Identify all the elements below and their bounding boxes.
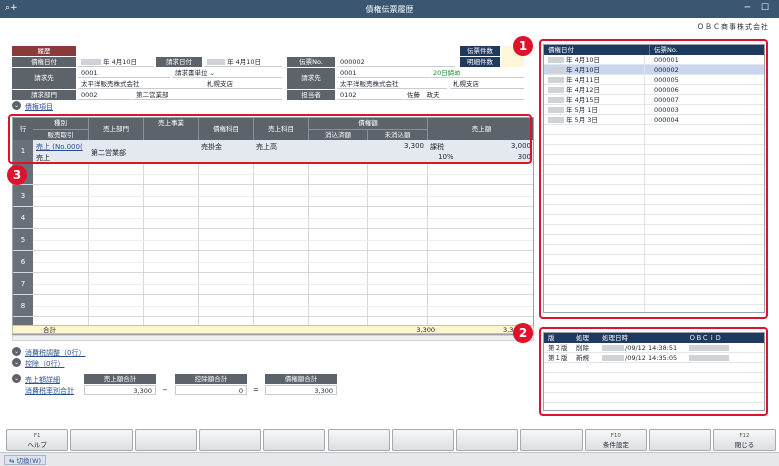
window-controls[interactable]: ─ ☐ xyxy=(745,3,773,13)
fkey-blank[interactable] xyxy=(134,429,197,451)
total-row: 合計 3,300 3,3 xyxy=(12,325,534,334)
sales-total-label: 売上額合計 xyxy=(84,374,156,384)
status-bar: ⇆ 切換(W) xyxy=(0,452,779,466)
bill-to-code[interactable]: 0001 xyxy=(78,68,170,78)
deduct-total-value: 0 xyxy=(175,385,247,395)
dept-code[interactable]: 0002 xyxy=(78,90,132,100)
slip-count-label: 伝票件数 xyxy=(460,46,500,56)
chevron-down-icon[interactable]: ⌄ xyxy=(12,374,21,383)
total-label: 合計 xyxy=(43,326,56,334)
row-number: 4 xyxy=(13,207,33,229)
person-label: 担当者 xyxy=(287,90,335,100)
row-number: 6 xyxy=(13,251,33,273)
bill-dest-cutoff: 20日締め xyxy=(430,68,524,78)
help-button[interactable]: F1 ヘルプ xyxy=(6,429,69,451)
claim-total-label: 債権額合計 xyxy=(265,374,337,384)
dept-label: 請求部門 xyxy=(12,90,76,100)
equals-sign: = xyxy=(253,386,259,394)
fkey-blank[interactable] xyxy=(263,429,326,451)
fkey-blank[interactable] xyxy=(391,429,455,451)
chevron-down-icon[interactable]: ⌄ xyxy=(12,358,21,367)
switch-label: 切換(W) xyxy=(16,457,42,465)
fkey-blank[interactable] xyxy=(327,429,390,451)
bill-dest-label: 請求先 xyxy=(287,68,335,89)
chevron-down-icon[interactable]: ⌄ xyxy=(12,101,21,110)
title-bar: ⌕+ 債権伝票履歴 ─ ☐ xyxy=(0,0,779,18)
callout-box-2 xyxy=(539,327,768,416)
tax-adjust-link[interactable]: 消費税調整（0行） xyxy=(25,348,85,358)
fkey-blank[interactable] xyxy=(456,429,519,451)
table-row[interactable]: 7 xyxy=(13,272,533,295)
fkey-blank[interactable] xyxy=(649,429,712,451)
table-row[interactable]: 3 xyxy=(13,184,533,207)
person-code[interactable]: 0102 xyxy=(337,90,403,100)
bill-dest-name: 太平洋販売株式会社 xyxy=(337,79,447,89)
sales-detail-link[interactable]: 売上額詳細 xyxy=(25,375,60,385)
bill-dest-code[interactable]: 0001 xyxy=(337,68,429,78)
callout-badge-2: 2 xyxy=(513,323,533,343)
table-row[interactable]: 2 xyxy=(13,162,533,185)
tax-rate-total-link[interactable]: 消費税率別合計 xyxy=(25,386,74,396)
deduct-total-label: 控除額合計 xyxy=(175,374,247,384)
req-date-label: 請求日付 xyxy=(156,57,202,67)
chevron-down-icon[interactable]: ⌄ xyxy=(210,69,215,77)
callout-badge-3: 3 xyxy=(7,165,27,185)
fkey-blank[interactable] xyxy=(198,429,262,451)
total-unconsumed: 3,300 xyxy=(416,326,435,334)
minus-sign: − xyxy=(162,386,168,394)
bill-dest-branch: 札幌支店 xyxy=(450,79,524,89)
date-label: 債権日付 xyxy=(12,57,76,67)
switch-icon: ⇆ xyxy=(9,457,15,465)
row-number: 5 xyxy=(13,229,33,251)
fkey-blank[interactable] xyxy=(520,429,583,451)
fkey-blank[interactable] xyxy=(70,429,133,451)
slip-no-label: 伝票No. xyxy=(287,57,335,67)
history-section-label: 履歴 xyxy=(12,46,76,56)
close-button[interactable]: F12 閉じる xyxy=(713,429,776,451)
bill-unit-select[interactable]: 請求書単位 ⌄ xyxy=(172,68,282,78)
slip-no-field[interactable]: 000002 xyxy=(337,57,455,67)
callout-box-1 xyxy=(539,39,768,319)
table-row[interactable]: 4 xyxy=(13,206,533,229)
company-name: ＯＢＣ商事株式会社 xyxy=(697,23,769,31)
bill-to-branch: 札幌支店 xyxy=(204,79,282,89)
callout-box-3 xyxy=(8,114,532,164)
table-row[interactable]: 6 xyxy=(13,250,533,273)
req-date-field[interactable]: 年 4月10日 xyxy=(204,57,282,67)
row-number: 7 xyxy=(13,273,33,295)
person-name: 佐藤 政夫 xyxy=(404,90,524,100)
row-number: 8 xyxy=(13,295,33,317)
total-sales: 3,3 xyxy=(503,326,514,334)
callout-badge-1: 1 xyxy=(513,36,533,56)
row-number: 3 xyxy=(13,185,33,207)
detail-count-label: 明細件数 xyxy=(460,57,500,67)
switch-button[interactable]: ⇆ 切換(W) xyxy=(4,455,47,465)
date-field[interactable]: 年 4月10日 xyxy=(78,57,154,67)
deduction-link[interactable]: 控除（0行） xyxy=(25,359,64,369)
claim-total-value: 3,300 xyxy=(265,385,337,395)
chevron-down-icon[interactable]: ⌄ xyxy=(12,347,21,356)
table-row[interactable]: 5 xyxy=(13,228,533,251)
table-row[interactable]: 8 xyxy=(13,294,533,317)
dept-name: 第二営業部 xyxy=(133,90,282,100)
bill-to-label: 請求先 xyxy=(12,68,76,89)
bill-to-name: 太平洋販売株式会社 xyxy=(78,79,204,89)
sales-total-value: 3,300 xyxy=(84,385,156,395)
window-title: 債権伝票履歴 xyxy=(365,5,414,14)
horizontal-scrollbar[interactable] xyxy=(12,335,534,341)
filter-settings-button[interactable]: F10 条件設定 xyxy=(584,429,647,451)
claim-items-toggle[interactable]: 債権項目 xyxy=(25,102,53,112)
